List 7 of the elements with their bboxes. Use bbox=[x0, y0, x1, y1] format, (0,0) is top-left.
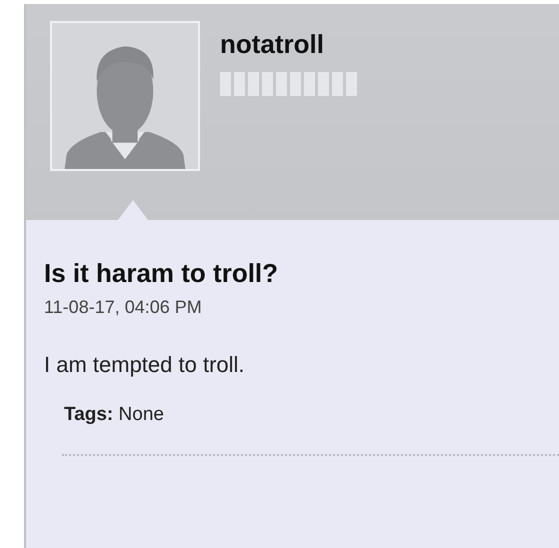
reputation-bars-icon bbox=[220, 72, 358, 96]
post-date: 11-08-17, 04:06 PM bbox=[44, 297, 203, 318]
post-body: I am tempted to troll. bbox=[44, 352, 246, 378]
post-title: Is it haram to troll? bbox=[44, 258, 280, 289]
username[interactable]: notatroll bbox=[220, 29, 358, 60]
avatar-icon bbox=[50, 21, 200, 171]
post-tags: Tags: None bbox=[64, 404, 559, 426]
